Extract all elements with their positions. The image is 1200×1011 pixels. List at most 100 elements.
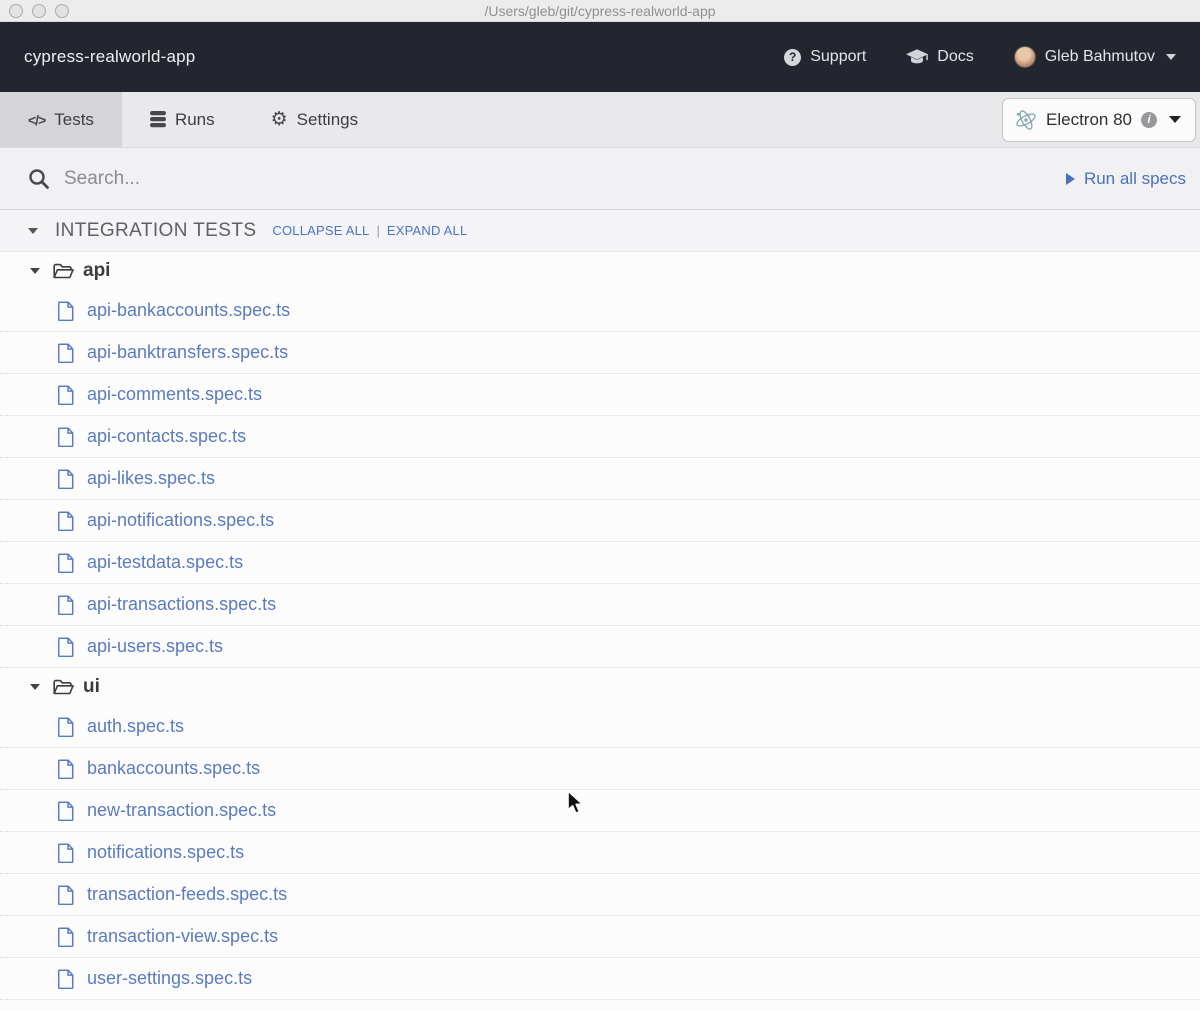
window-title: /Users/gleb/git/cypress-realworld-app [484,2,716,19]
spec-name: api-contacts.spec.ts [87,426,247,446]
file-icon [58,968,74,989]
tab-settings[interactable]: ⚙ Settings [243,92,386,147]
navbar-right: ? Support Docs Gleb Bahmutov [784,46,1176,68]
spec-item-row[interactable]: transaction-feeds.spec.ts [0,874,1200,916]
user-menu[interactable]: Gleb Bahmutov [1013,46,1176,68]
chevron-down-icon [1169,116,1181,123]
spec-name: api-bankaccounts.spec.ts [87,300,291,320]
file-icon [58,468,74,489]
spec-list: api api-bankaccounts.spec.ts api-banktra… [0,252,1200,1000]
folder-open-icon [53,679,74,694]
tab-runs-label: Runs [174,109,215,129]
spec-name: new-transaction.spec.ts [87,800,277,820]
file-icon [58,758,74,779]
spec-folder-row[interactable]: ui [0,668,1200,706]
docs-label: Docs [937,48,974,65]
project-name: cypress-realworld-app [24,47,196,66]
spec-item-row[interactable]: notifications.spec.ts [0,832,1200,874]
spec-item-row[interactable]: bankaccounts.spec.ts [0,748,1200,790]
header-links: COLLAPSE ALL | EXPAND ALL [272,223,467,238]
spec-name: api-testdata.spec.ts [87,552,244,572]
file-icon [58,716,74,737]
file-icon [58,342,74,363]
info-icon[interactable]: i [1141,111,1157,128]
chevron-down-icon [30,268,40,274]
tab-settings-label: Settings [296,109,359,129]
integration-tests-header: INTEGRATION TESTS COLLAPSE ALL | EXPAND … [0,210,1200,252]
file-icon [58,384,74,405]
link-separator: | [376,223,380,238]
play-icon [1065,172,1075,185]
spec-item-row[interactable]: auth.spec.ts [0,706,1200,748]
spec-name: auth.spec.ts [87,716,185,736]
expand-all-link[interactable]: EXPAND ALL [387,223,468,238]
support-link[interactable]: ? Support [784,48,866,66]
spec-item-row[interactable]: new-transaction.spec.ts [0,790,1200,832]
file-icon [58,510,74,531]
chevron-down-icon[interactable] [28,227,38,234]
chevron-down-icon [30,684,40,690]
electron-icon [1016,109,1036,130]
spec-item-row[interactable]: api-banktransfers.spec.ts [0,332,1200,374]
navbar: cypress-realworld-app ? Support Docs Gle… [0,22,1200,92]
section-title: INTEGRATION TESTS [55,219,257,241]
spec-name: api-comments.spec.ts [87,384,263,404]
tab-tests-label: Tests [54,109,94,129]
user-name: Gleb Bahmutov [1044,48,1155,65]
spec-item-row[interactable]: user-settings.spec.ts [0,958,1200,1000]
spec-item-row[interactable]: transaction-view.spec.ts [0,916,1200,958]
spec-item-row[interactable]: api-transactions.spec.ts [0,584,1200,626]
spec-item-row[interactable]: api-testdata.spec.ts [0,542,1200,584]
folder-open-icon [53,263,74,278]
spec-name: api-users.spec.ts [87,636,224,656]
search-toolbar: Run all specs [0,148,1200,210]
file-icon [58,842,74,863]
spec-name: api-transactions.spec.ts [87,594,277,614]
database-icon [149,111,166,128]
spec-name: notifications.spec.ts [87,842,245,862]
file-icon [58,300,74,321]
spec-folder-row[interactable]: api [0,252,1200,290]
file-icon [58,926,74,947]
file-icon [58,552,74,573]
collapse-all-link[interactable]: COLLAPSE ALL [272,223,369,238]
run-all-specs-label: Run all specs [1083,168,1186,188]
spec-name: bankaccounts.spec.ts [87,758,261,778]
spec-name: transaction-feeds.spec.ts [87,884,288,904]
titlebar: /Users/gleb/git/cypress-realworld-app [0,0,1200,22]
search-input[interactable] [64,167,764,190]
support-label: Support [810,48,867,65]
file-icon [58,636,74,657]
spec-item-row[interactable]: api-likes.spec.ts [0,458,1200,500]
spec-name: api-likes.spec.ts [87,468,216,488]
browser-label: Electron 80 [1046,109,1132,129]
spec-item-row[interactable]: api-notifications.spec.ts [0,500,1200,542]
gear-icon: ⚙ [270,108,288,130]
file-icon [58,426,74,447]
folder-name: api [83,260,111,281]
code-icon: </> [28,111,46,128]
tab-runs[interactable]: Runs [122,92,243,147]
browser-selector[interactable]: Electron 80 i [1002,97,1196,142]
graduation-cap-icon [906,48,929,63]
spec-name: user-settings.spec.ts [87,968,253,988]
app-window: /Users/gleb/git/cypress-realworld-app cy… [0,0,1200,1011]
search-icon [29,168,49,189]
spec-name: transaction-view.spec.ts [87,926,279,946]
question-circle-icon: ? [784,48,802,66]
spec-item-row[interactable]: api-comments.spec.ts [0,374,1200,416]
spec-name: api-banktransfers.spec.ts [87,342,289,362]
tab-tests[interactable]: </> Tests [0,92,122,147]
file-icon [58,800,74,821]
spec-item-row[interactable]: api-users.spec.ts [0,626,1200,668]
run-all-specs-button[interactable]: Run all specs [1065,168,1186,189]
spec-item-row[interactable]: api-bankaccounts.spec.ts [0,290,1200,332]
docs-link[interactable]: Docs [906,48,974,66]
folder-name: ui [83,676,100,697]
chevron-down-icon [1166,54,1176,60]
file-icon [58,594,74,615]
avatar [1013,46,1036,68]
spec-name: api-notifications.spec.ts [87,510,275,530]
tabbar: </> Tests Runs ⚙ Settings Electron 80 i [0,92,1200,148]
spec-item-row[interactable]: api-contacts.spec.ts [0,416,1200,458]
